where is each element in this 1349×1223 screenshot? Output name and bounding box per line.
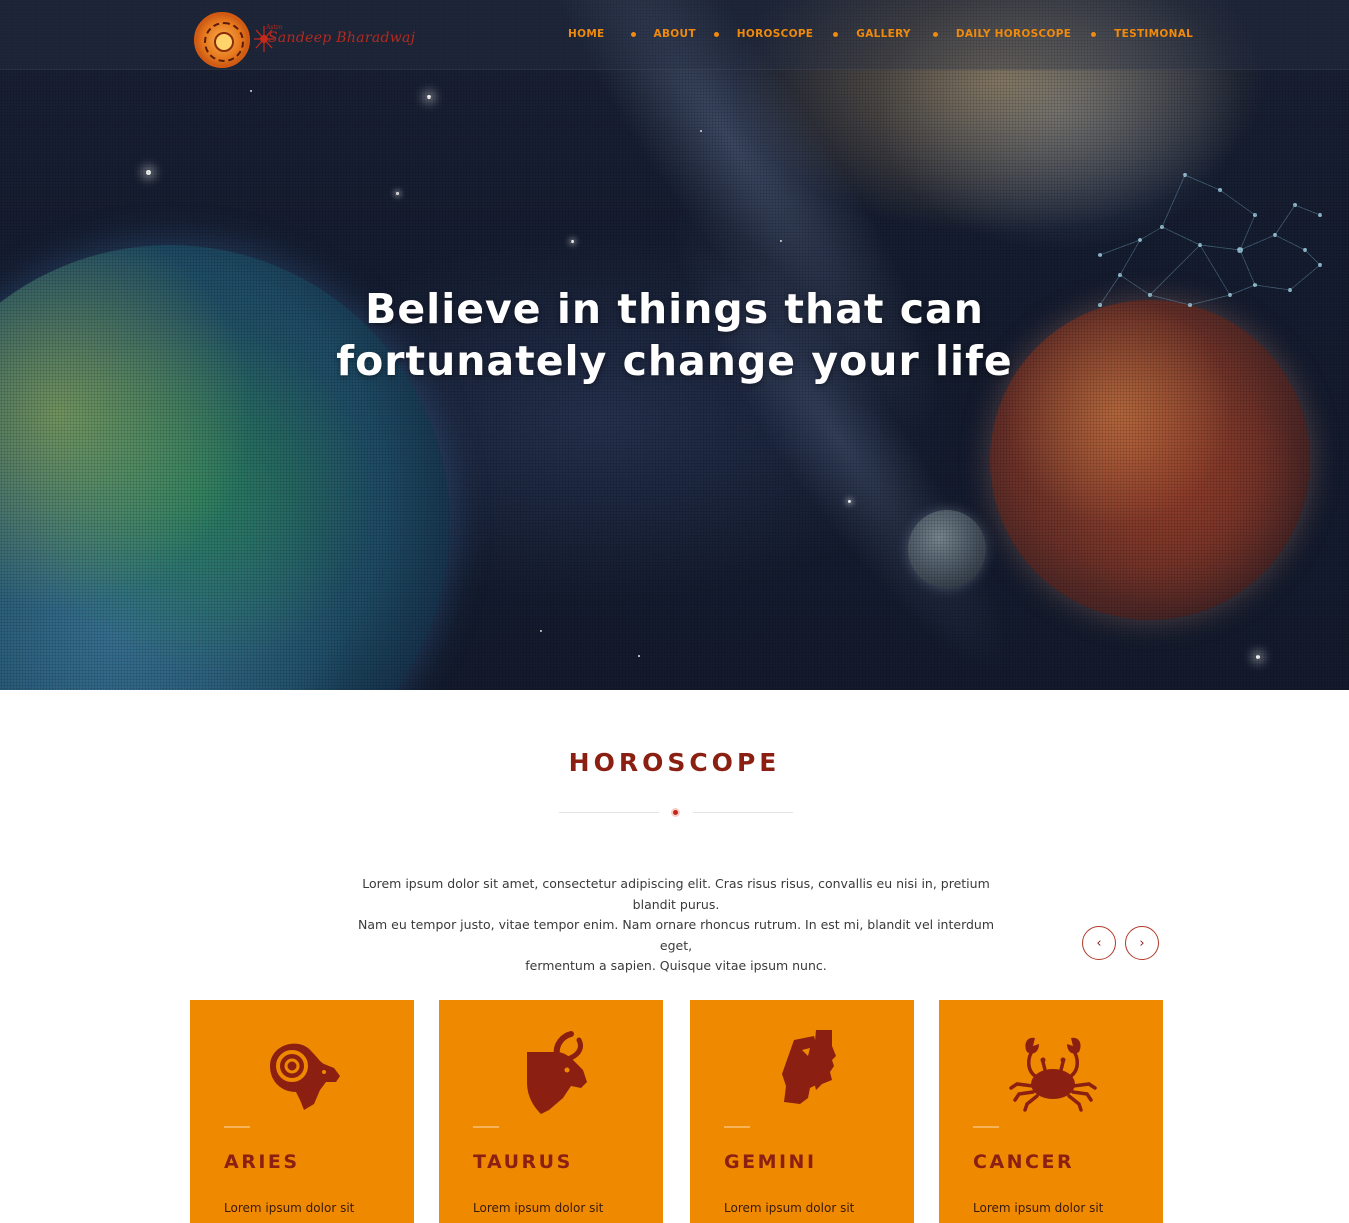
- nav-daily-horoscope[interactable]: DAILY HOROSCOPE: [956, 28, 1071, 40]
- section-divider: [559, 806, 793, 818]
- twins-icon: [782, 1030, 836, 1104]
- card-rule: [973, 1126, 999, 1128]
- card-rule: [724, 1126, 750, 1128]
- zodiac-name: GEMINI: [724, 1151, 817, 1173]
- divider-dot: [671, 808, 680, 817]
- zodiac-desc: Lorem ipsum dolor sit: [724, 1201, 855, 1215]
- card-rule: [224, 1126, 250, 1128]
- divider-line: [559, 812, 659, 813]
- nav-separator-dot: [833, 31, 839, 37]
- chevron-right-icon: ›: [1139, 935, 1145, 951]
- divider-line: [693, 812, 793, 813]
- hero-line-1: Believe in things that can: [365, 285, 984, 333]
- nav-home[interactable]: HOME: [568, 28, 605, 40]
- section-intro: Lorem ipsum dolor sit amet, consectetur …: [340, 874, 1012, 977]
- logo-name[interactable]: Sandeep Bharadwaj: [268, 30, 415, 46]
- nav-about[interactable]: ABOUT: [654, 28, 696, 40]
- bull-icon: [527, 1031, 587, 1114]
- hero-line-2: fortunately change your life: [336, 337, 1013, 385]
- main-nav: HOME ABOUT HOROSCOPE GALLERY DAILY HOROS…: [568, 27, 1193, 41]
- zodiac-card-cancer[interactable]: CANCER Lorem ipsum dolor sit: [939, 1000, 1163, 1223]
- zodiac-card-aries[interactable]: ARIES Lorem ipsum dolor sit: [190, 1000, 414, 1223]
- zodiac-name: CANCER: [973, 1151, 1075, 1173]
- nav-separator-dot: [630, 31, 636, 37]
- card-rule: [473, 1126, 499, 1128]
- crab-icon: [1009, 1037, 1097, 1112]
- zodiac-card-taurus[interactable]: TAURUS Lorem ipsum dolor sit: [439, 1000, 663, 1223]
- top-navbar: Astro Sandeep Bharadwaj HOME ABOUT HOROS…: [0, 0, 1349, 70]
- zodiac-card-gemini[interactable]: GEMINI Lorem ipsum dolor sit: [690, 1000, 914, 1223]
- section-title: HOROSCOPE: [568, 748, 781, 777]
- nav-separator-dot: [1091, 31, 1097, 37]
- nav-separator-dot: [932, 31, 938, 37]
- nav-horoscope[interactable]: HOROSCOPE: [737, 28, 814, 40]
- zodiac-desc: Lorem ipsum dolor sit: [473, 1201, 604, 1215]
- carousel-prev-button[interactable]: ‹: [1082, 926, 1116, 960]
- zodiac-name: ARIES: [224, 1151, 300, 1173]
- zodiac-desc: Lorem ipsum dolor sit: [224, 1201, 355, 1215]
- zodiac-card-list: ARIES Lorem ipsum dolor sit TAURUS Lorem…: [190, 1000, 1165, 1223]
- zodiac-seal-logo[interactable]: [194, 12, 250, 68]
- zodiac-name: TAURUS: [473, 1151, 573, 1173]
- nav-separator-dot: [713, 31, 719, 37]
- hero-banner: Astro Sandeep Bharadwaj HOME ABOUT HOROS…: [0, 0, 1349, 690]
- chevron-left-icon: ‹: [1096, 935, 1102, 951]
- ram-icon: [270, 1043, 340, 1110]
- zodiac-desc: Lorem ipsum dolor sit: [973, 1201, 1104, 1215]
- carousel-next-button[interactable]: ›: [1125, 926, 1159, 960]
- nav-gallery[interactable]: GALLERY: [856, 28, 911, 40]
- nav-testimonial[interactable]: TESTIMONAL: [1114, 28, 1193, 40]
- intro-line: fermentum a sapien. Quisque vitae ipsum …: [525, 958, 827, 973]
- intro-line: Lorem ipsum dolor sit amet, consectetur …: [362, 876, 990, 912]
- intro-line: Nam eu tempor justo, vitae tempor enim. …: [357, 917, 995, 953]
- hero-headline: Believe in things that can fortunately c…: [0, 283, 1349, 387]
